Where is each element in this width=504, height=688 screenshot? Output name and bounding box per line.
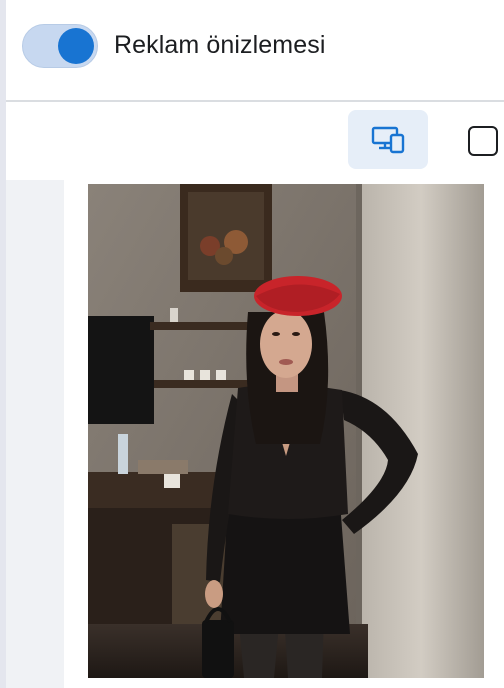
desktop-preview-button[interactable] <box>348 110 428 169</box>
preview-title: Reklam önizlemesi <box>114 31 326 59</box>
ad-photo <box>88 184 484 678</box>
toggle-knob <box>58 28 94 64</box>
preview-toggle[interactable] <box>22 24 98 68</box>
desktop-mobile-icon <box>371 126 405 153</box>
ad-image[interactable] <box>88 184 484 678</box>
mobile-preview-button[interactable] <box>468 126 498 156</box>
preview-header: Reklam önizlemesi <box>6 0 504 100</box>
device-toolbar <box>6 102 504 180</box>
ad-preview-panel: Reklam önizlemesi <box>0 0 504 688</box>
